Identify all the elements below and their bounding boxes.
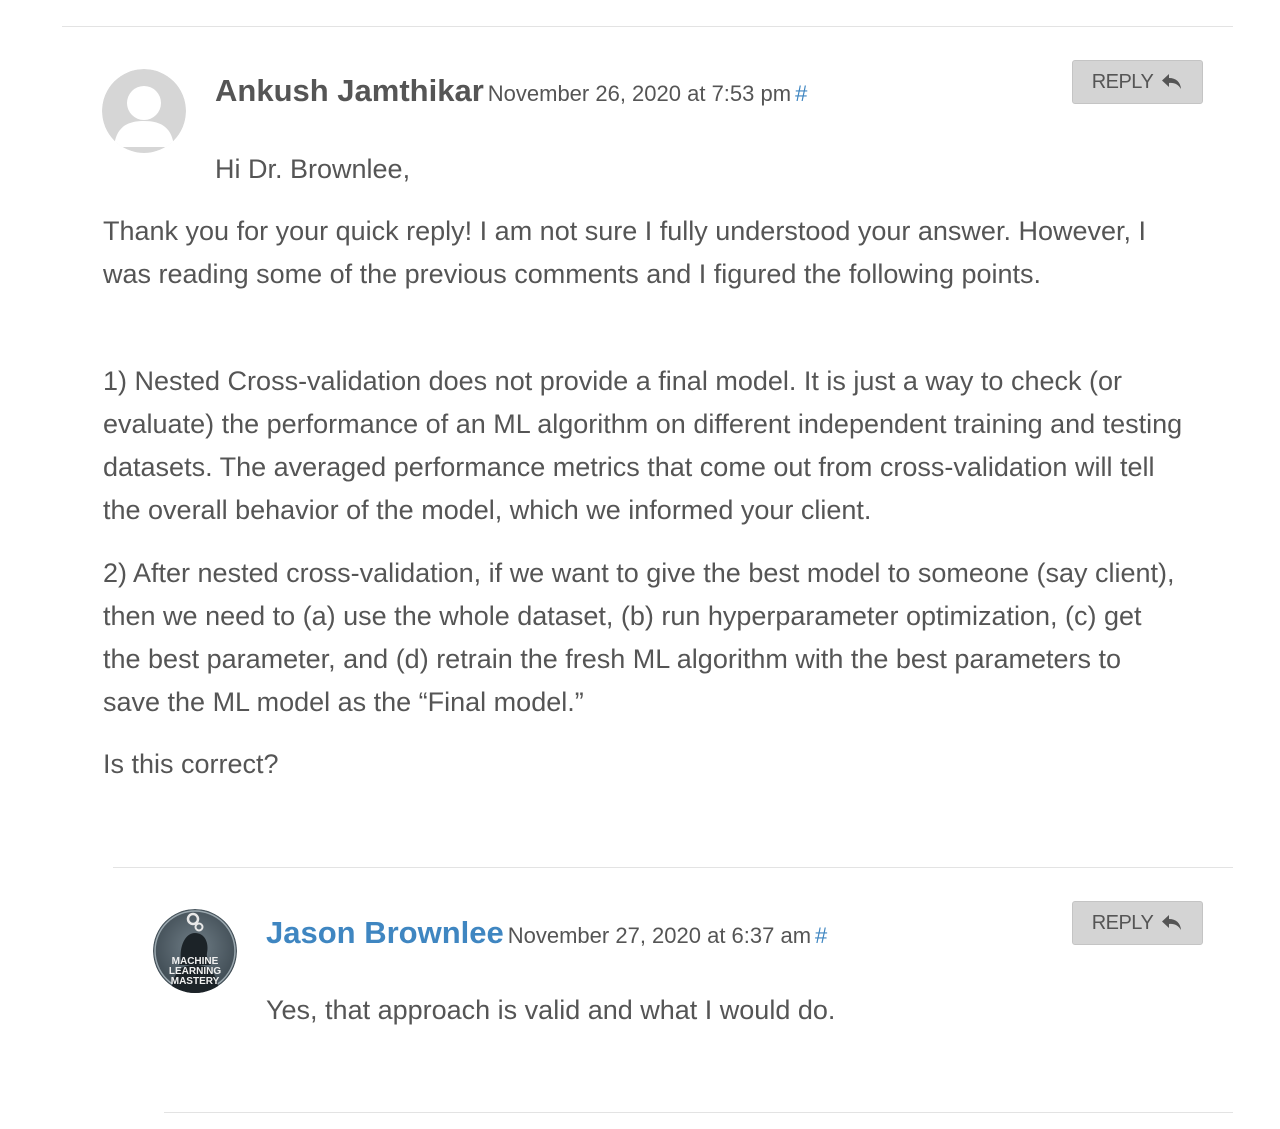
comment-meta: Ankush Jamthikar November 26, 2020 at 7:5… <box>215 73 807 109</box>
comment-date: November 26, 2020 at 7:53 pm <box>487 81 792 106</box>
user-avatar-icon <box>102 69 186 153</box>
comment-permalink[interactable]: # <box>815 923 827 948</box>
comment-author[interactable]: Jason Brownlee <box>266 915 504 950</box>
reply-arrow-icon <box>1161 914 1183 932</box>
reply-label: REPLY <box>1091 70 1154 93</box>
comment-permalink[interactable]: # <box>795 81 807 106</box>
comment-date: November 27, 2020 at 6:37 am <box>507 923 812 948</box>
comment-divider <box>113 867 1233 868</box>
comment-body: Yes, that approach is valid and what I w… <box>266 995 836 1025</box>
comment-meta: Jason Brownlee November 27, 2020 at 6:37 … <box>266 915 827 951</box>
comment-author: Ankush Jamthikar <box>215 73 484 108</box>
comment-paragraph: Thank you for your quick reply! I am not… <box>103 216 1146 289</box>
reply-arrow-icon <box>1161 73 1183 91</box>
comment-greeting: Hi Dr. Brownlee, <box>215 154 411 184</box>
comment-divider-top <box>62 26 1233 27</box>
reply-button[interactable]: REPLY <box>1072 901 1203 945</box>
reply-button[interactable]: REPLY <box>1072 60 1203 104</box>
comment-divider-bottom <box>164 1112 1233 1113</box>
logo-text-line: MASTERY <box>171 976 220 987</box>
comment-paragraph: 1) Nested Cross-validation does not prov… <box>103 366 1183 525</box>
comment-paragraph: 2) After nested cross-validation, if we … <box>103 558 1175 717</box>
machine-learning-mastery-logo-icon: MACHINE LEARNING MASTERY <box>153 909 237 993</box>
reply-label: REPLY <box>1091 911 1154 934</box>
comment-paragraph: Is this correct? <box>103 749 279 779</box>
